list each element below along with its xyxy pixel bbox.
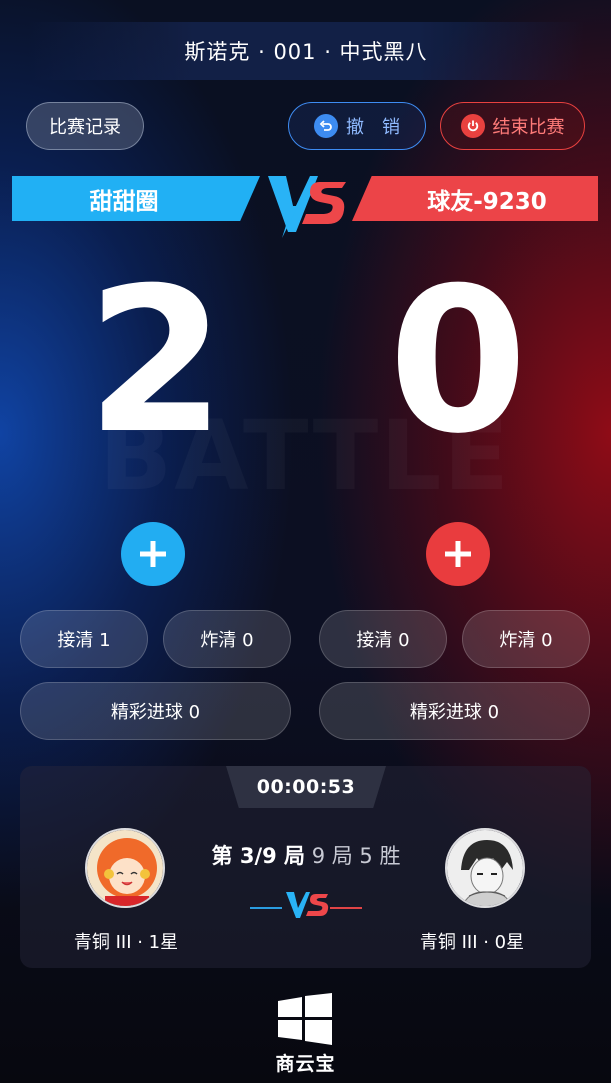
left-clear-label: 接清 1: [57, 630, 111, 651]
score-right: 0: [388, 245, 528, 478]
right-clear-label: 接清 0: [356, 630, 410, 651]
plus-icon: [445, 541, 471, 567]
add-point-left-button[interactable]: [121, 522, 185, 586]
page-title: 斯诺克 · 001 · 中式黑八: [28, 22, 584, 80]
vs-icon: [250, 892, 362, 918]
add-point-right-button[interactable]: [426, 522, 490, 586]
right-highlight-label: 精彩进球 0: [409, 702, 500, 723]
avatar-right[interactable]: [445, 828, 525, 908]
round-rule: 9 局 5 胜: [311, 844, 401, 868]
team-left-name: 甜甜圈: [89, 188, 159, 215]
undo-label: 撤 销: [346, 117, 400, 138]
left-break-clear-button[interactable]: 炸清 0: [163, 610, 291, 668]
end-match-button[interactable]: 结束比赛: [440, 102, 585, 150]
left-break-clear-label: 炸清 0: [200, 630, 254, 651]
rank-right: 青铜 III · 0星: [419, 932, 525, 953]
left-highlight-button[interactable]: 精彩进球 0: [20, 682, 291, 740]
match-timer: 00:00:53: [226, 766, 386, 808]
left-clear-button[interactable]: 接清 1: [20, 610, 148, 668]
windows-logo-icon: [278, 993, 332, 1045]
round-info: 第 3/9 局 9 局 5 胜: [180, 840, 432, 870]
avatar-left[interactable]: [85, 828, 165, 908]
brand-name: 商云宝: [275, 1053, 336, 1075]
score-left: 2: [86, 245, 226, 478]
right-break-clear-button[interactable]: 炸清 0: [462, 610, 590, 668]
team-right-banner: 球友-9230: [352, 176, 598, 221]
end-match-label: 结束比赛: [492, 117, 565, 138]
undo-button[interactable]: 撤 销: [288, 102, 426, 150]
right-clear-button[interactable]: 接清 0: [319, 610, 447, 668]
left-highlight-label: 精彩进球 0: [110, 702, 201, 723]
team-left-banner: 甜甜圈: [12, 176, 260, 221]
round-current: 第 3/9 局: [211, 844, 306, 868]
right-highlight-button[interactable]: 精彩进球 0: [319, 682, 590, 740]
right-break-clear-label: 炸清 0: [499, 630, 553, 651]
match-records-button[interactable]: 比赛记录: [26, 102, 144, 150]
undo-icon: [314, 114, 338, 138]
vs-icon: [268, 176, 346, 238]
team-right-name: 球友-9230: [427, 188, 547, 215]
power-icon: [460, 114, 485, 138]
plus-icon: [140, 541, 166, 567]
match-records-label: 比赛记录: [49, 117, 121, 138]
rank-left: 青铜 III · 1星: [73, 932, 179, 953]
